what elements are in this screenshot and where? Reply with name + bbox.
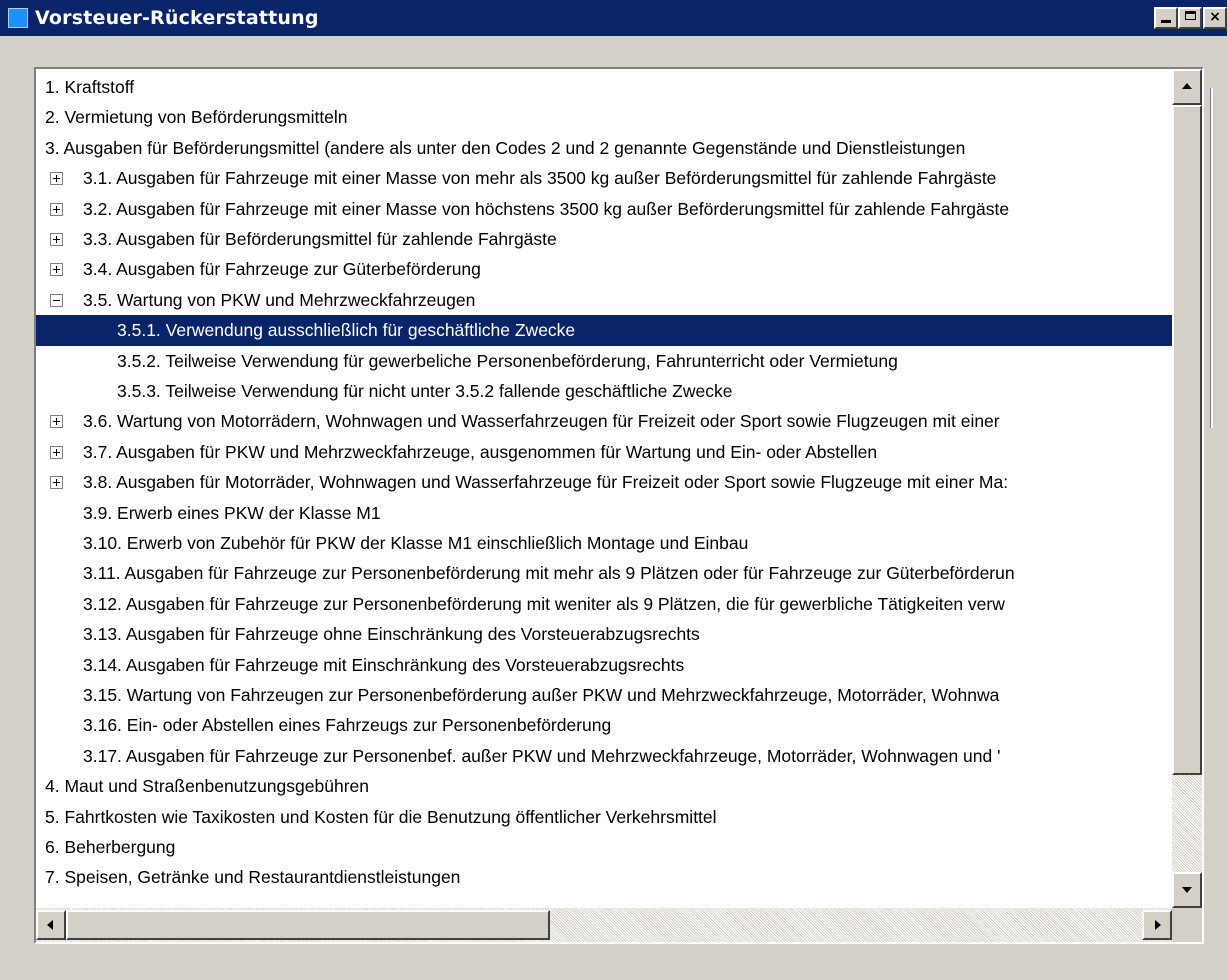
tree-item-label: 3.8. Ausgaben für Motorräder, Wohnwagen …: [83, 472, 1009, 493]
arrow-right-icon: [1155, 920, 1161, 930]
tree-item-label: 3.3. Ausgaben für Beförderungsmittel für…: [83, 229, 557, 249]
tree-item[interactable]: 3.7. Ausgaben für PKW und Mehrzweckfahrz…: [36, 437, 1172, 468]
tree-list: 1. Kraftstoff 2. Vermietung von Beförderu…: [36, 69, 1172, 908]
scroll-left-button[interactable]: [36, 910, 66, 940]
tree-item[interactable]: 3.16. Ein- oder Abstellen eines Fahrzeug…: [36, 710, 1172, 741]
tree-item[interactable]: 2. Vermietung von Beförderungsmitteln: [36, 102, 1172, 133]
close-button[interactable]: ×: [1203, 7, 1227, 29]
expand-plus-icon[interactable]: [50, 233, 63, 246]
expand-plus-icon[interactable]: [50, 415, 63, 429]
tree-item-label: 3.14. Ausgaben für Fahrzeuge mit Einschr…: [83, 654, 685, 675]
tree-item-label: 3.9. Erwerb eines PKW der Klasse M1: [83, 502, 381, 523]
minimize-button[interactable]: [1154, 7, 1178, 29]
scroll-right-button[interactable]: [1142, 910, 1172, 940]
expand-plus-icon[interactable]: [50, 476, 63, 490]
tree-item[interactable]: 1. Kraftstoff: [36, 72, 1172, 103]
maximize-icon: [1184, 11, 1196, 20]
tree-item-label: 6. Beherbergung: [45, 837, 176, 857]
tree-item[interactable]: 3.11. Ausgaben für Fahrzeuge zur Persone…: [36, 558, 1172, 589]
tree-item[interactable]: 3.14. Ausgaben für Fahrzeuge mit Einschr…: [36, 650, 1172, 681]
tree-item[interactable]: 3.15. Wartung von Fahrzeugen zur Persone…: [36, 680, 1172, 711]
tree-item[interactable]: 3.2. Ausgaben für Fahrzeuge mit einer Ma…: [36, 194, 1172, 225]
tree-item-label: 3. Ausgaben für Beförderungsmittel (ande…: [45, 137, 966, 158]
tree-item-label: 3.1. Ausgaben für Fahrzeuge mit einer Ma…: [83, 168, 997, 189]
maximize-button[interactable]: [1178, 7, 1202, 29]
scroll-up-button[interactable]: [1172, 69, 1202, 105]
tree-item-label: 3.5.2. Teilweise Verwendung für gewerbel…: [117, 350, 898, 371]
tree-item[interactable]: 3.5.3. Teilweise Verwendung für nicht un…: [36, 376, 1172, 407]
tree-item-label: 3.5. Wartung von PKW und Mehrzweckfahrze…: [83, 289, 476, 310]
tree-item-label: 3.5.1. Verwendung ausschließlich für ges…: [117, 320, 576, 341]
tree-item-label: 7. Speisen, Getränke und Restaurantdiens…: [45, 867, 461, 888]
tree-item[interactable]: 3.12. Ausgaben für Fahrzeuge zur Persone…: [36, 589, 1172, 620]
scrollbar-corner: [1172, 908, 1202, 942]
window-title: Vorsteuer-Rückerstattung: [35, 7, 319, 29]
tree-item[interactable]: 3.5.1. Verwendung ausschließlich für ges…: [36, 315, 1172, 347]
tree-item-label: 1. Kraftstoff: [45, 77, 135, 97]
frame-edge: [1210, 88, 1213, 428]
scroll-down-button[interactable]: [1172, 872, 1202, 908]
vertical-scrollbar[interactable]: [1172, 69, 1202, 908]
tree-item-label: 3.16. Ein- oder Abstellen eines Fahrzeug…: [83, 715, 612, 736]
tree-item[interactable]: 3.13. Ausgaben für Fahrzeuge ohne Einsch…: [36, 619, 1172, 650]
tree-view[interactable]: 1. Kraftstoff 2. Vermietung von Beförderu…: [34, 67, 1204, 944]
app-icon: [8, 8, 28, 28]
tree-item[interactable]: 4. Maut und Straßenbenutzungsgebühren: [36, 771, 1172, 802]
tree-item[interactable]: 3.10. Erwerb von Zubehör für PKW der Kla…: [36, 528, 1172, 559]
tree-item-label: 3.10. Erwerb von Zubehör für PKW der Kla…: [83, 533, 749, 553]
tree-item[interactable]: 3.5. Wartung von PKW und Mehrzweckfahrze…: [36, 285, 1172, 316]
tree-item-label: 3.7. Ausgaben für PKW und Mehrzweckfahrz…: [83, 441, 878, 462]
tree-item-label: 4. Maut und Straßenbenutzungsgebühren: [45, 776, 369, 797]
tree-item-label: 3.15. Wartung von Fahrzeugen zur Persone…: [83, 685, 1000, 705]
tree-item-label: 5. Fahrtkosten wie Taxikosten und Kosten…: [45, 806, 717, 827]
arrow-down-icon: [1182, 887, 1192, 893]
collapse-minus-icon[interactable]: [50, 293, 63, 307]
tree-item[interactable]: 3.1. Ausgaben für Fahrzeuge mit einer Ma…: [36, 163, 1172, 194]
tree-item[interactable]: 7. Speisen, Getränke und Restaurantdiens…: [36, 862, 1172, 893]
tree-item[interactable]: 3.6. Wartung von Motorrädern, Wohnwagen …: [36, 406, 1172, 437]
horizontal-scrollbar[interactable]: [36, 908, 1172, 942]
tree-item-label: 3.13. Ausgaben für Fahrzeuge ohne Einsch…: [83, 624, 700, 645]
tree-item[interactable]: 3.8. Ausgaben für Motorräder, Wohnwagen …: [36, 467, 1172, 498]
tree-item[interactable]: 3. Ausgaben für Beförderungsmittel (ande…: [36, 133, 1172, 164]
tree-item-label: 3.2. Ausgaben für Fahrzeuge mit einer Ma…: [83, 198, 1010, 219]
expand-plus-icon[interactable]: [50, 172, 63, 186]
tree-item[interactable]: 3.3. Ausgaben für Beförderungsmittel für…: [36, 224, 1172, 255]
tree-item[interactable]: 6. Beherbergung: [36, 832, 1172, 863]
vertical-scroll-thumb[interactable]: [1172, 105, 1202, 775]
tree-item[interactable]: 3.9. Erwerb eines PKW der Klasse M1: [36, 498, 1172, 529]
title-bar[interactable]: Vorsteuer-Rückerstattung ×: [0, 0, 1227, 36]
minimize-icon: [1161, 20, 1171, 23]
tree-item[interactable]: 3.4. Ausgaben für Fahrzeuge zur Güterbef…: [36, 254, 1172, 285]
tree-item-label: 2. Vermietung von Beförderungsmitteln: [45, 107, 348, 128]
horizontal-scroll-thumb[interactable]: [66, 910, 550, 940]
tree-item[interactable]: 3.17. Ausgaben für Fahrzeuge zur Persone…: [36, 741, 1172, 772]
expand-plus-icon[interactable]: [50, 445, 63, 459]
tree-item-label: 3.5.3. Teilweise Verwendung für nicht un…: [117, 381, 733, 401]
tree-item[interactable]: 5. Fahrtkosten wie Taxikosten und Kosten…: [36, 802, 1172, 833]
tree-item-label: 3.12. Ausgaben für Fahrzeuge zur Persone…: [83, 593, 1005, 614]
tree-item-label: 3.11. Ausgaben für Fahrzeuge zur Persone…: [83, 563, 1015, 584]
arrow-up-icon: [1182, 83, 1192, 89]
tree-item[interactable]: 3.5.2. Teilweise Verwendung für gewerbel…: [36, 346, 1172, 377]
expand-plus-icon[interactable]: [50, 202, 63, 216]
tree-item-label: 3.4. Ausgaben für Fahrzeuge zur Güterbef…: [83, 259, 481, 280]
tree-item-label: 3.17. Ausgaben für Fahrzeuge zur Persone…: [83, 745, 1001, 766]
expand-plus-icon[interactable]: [50, 263, 63, 277]
tree-item-label: 3.6. Wartung von Motorrädern, Wohnwagen …: [83, 411, 1000, 432]
arrow-left-icon: [47, 920, 53, 930]
